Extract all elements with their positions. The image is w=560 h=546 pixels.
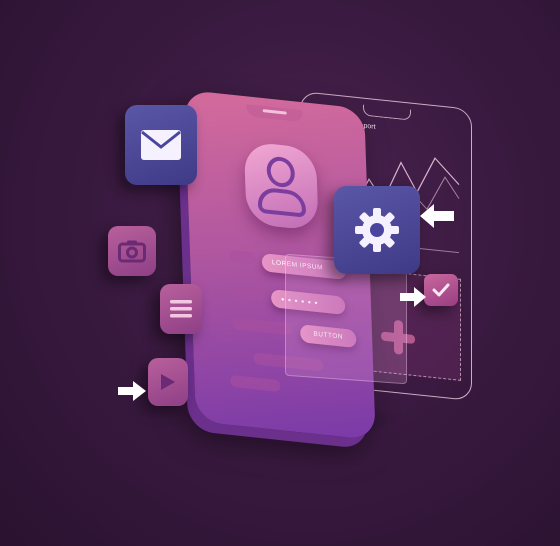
placeholder-line [230,374,281,393]
list-icon [170,300,192,318]
check-tile[interactable] [424,274,458,306]
gear-icon [355,208,399,252]
play-tile[interactable] [148,358,188,406]
arrow-left-icon [420,204,454,228]
play-icon [161,374,175,390]
camera-icon [118,240,146,263]
phone-notch [246,104,303,123]
arrow-right-icon [400,287,426,307]
back-phone-speaker [363,104,411,121]
mail-icon [141,130,181,160]
user-icon-body [257,186,307,218]
illustration: Daily Report LOREM IPSUM • • • • • • BUT… [0,0,560,546]
user-icon [243,141,319,232]
list-tile[interactable] [160,284,202,334]
settings-tile[interactable] [334,186,420,274]
camera-tile[interactable] [108,226,156,276]
placeholder-line [230,284,266,301]
placeholder-line [229,249,257,265]
placeholder-line [232,316,293,336]
user-icon-head [266,155,296,189]
arrow-right-icon [118,381,146,401]
check-icon [432,283,450,297]
mail-tile[interactable] [125,105,197,185]
